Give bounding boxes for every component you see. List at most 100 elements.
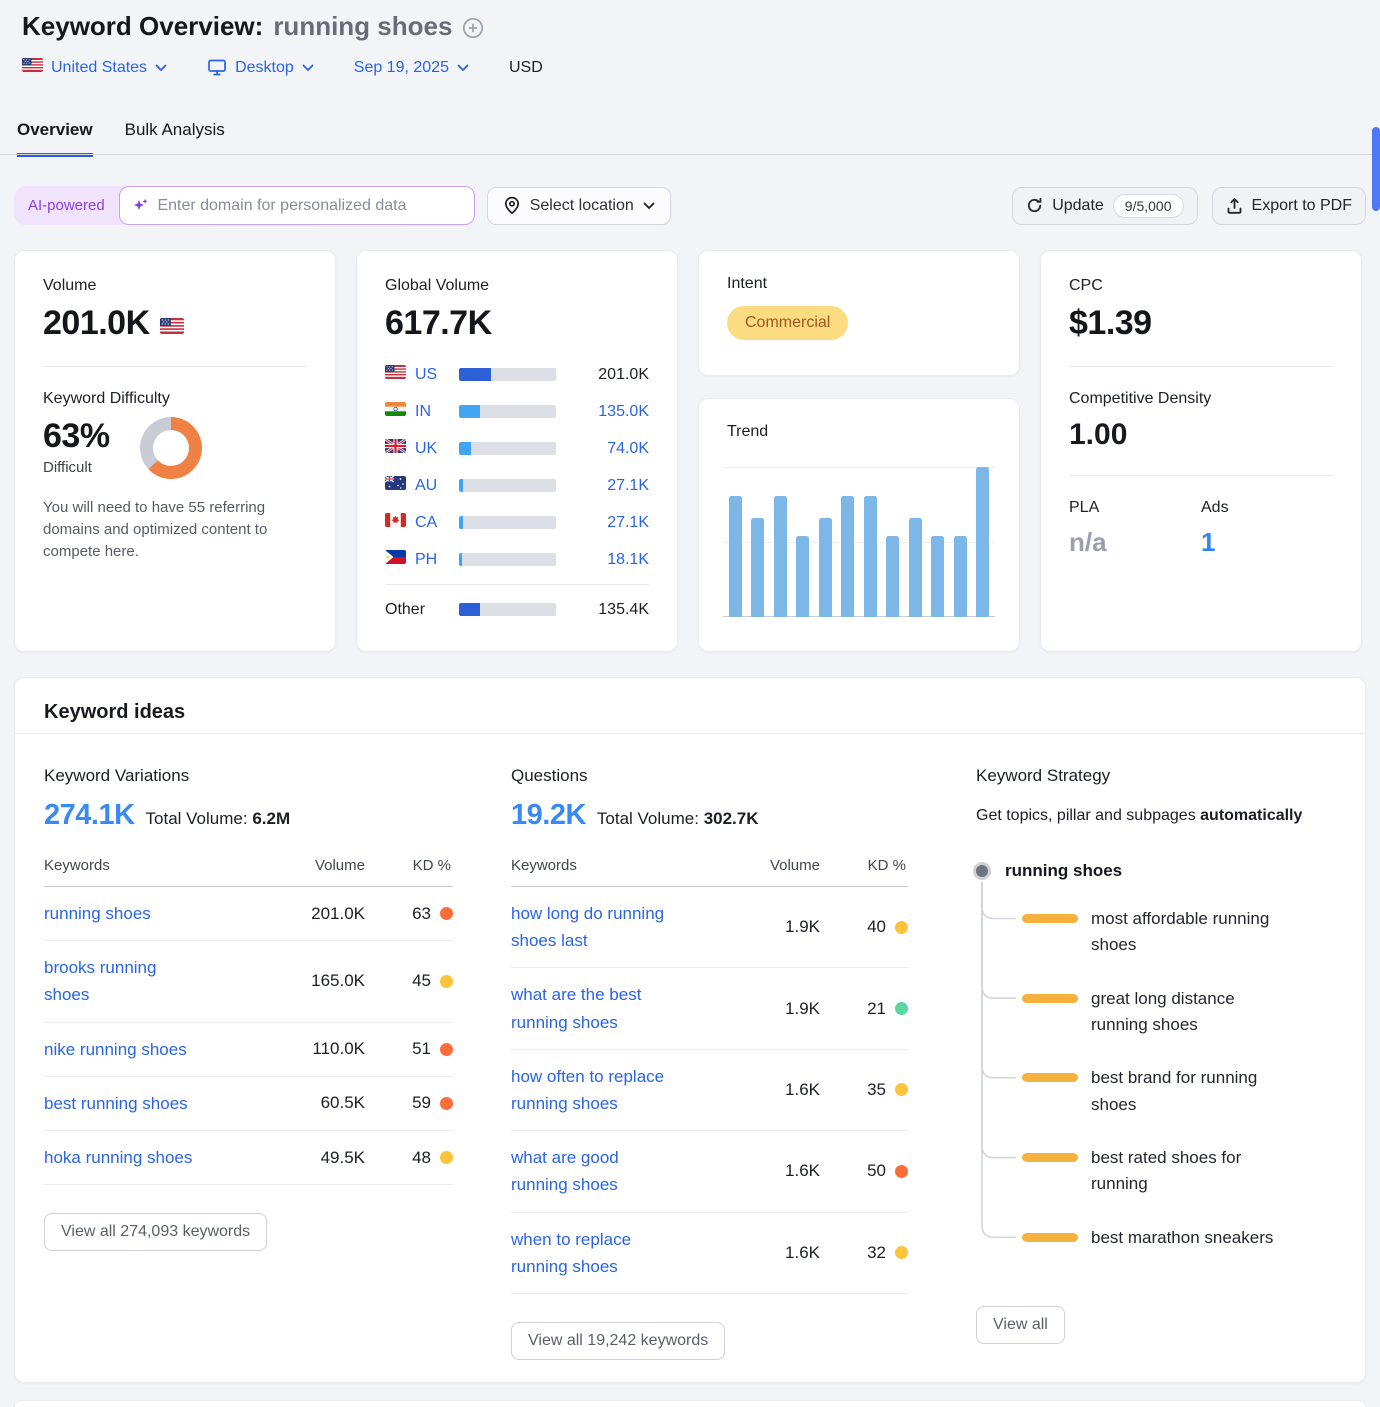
page-title-keyword: running shoes: [273, 11, 452, 42]
country-link[interactable]: IN: [415, 403, 431, 421]
keyword-link[interactable]: hoka running shoes: [44, 1144, 265, 1171]
country-link[interactable]: CA: [415, 514, 437, 532]
view-all-variations-button[interactable]: View all 274,093 keywords: [44, 1213, 267, 1251]
strategy-subtopic[interactable]: best marathon sneakers: [976, 1225, 1335, 1251]
ads-label: Ads: [1201, 499, 1333, 517]
keyword-link[interactable]: brooks running shoes: [44, 954, 265, 1008]
global-volume-row: CA 27.1K: [385, 504, 649, 541]
update-button[interactable]: Update 9/5,000: [1012, 187, 1197, 225]
trend-bar: [729, 496, 742, 618]
country-volume[interactable]: 135.0K: [556, 403, 649, 421]
keyword-kd: 48: [365, 1148, 453, 1168]
strategy-subtopic[interactable]: most affordable running shoes: [976, 906, 1335, 959]
keyword-ideas-title: Keyword ideas: [15, 678, 1365, 724]
strategy-subtopic[interactable]: best rated shoes for running: [976, 1145, 1335, 1198]
kd-dot: [895, 1002, 908, 1015]
trend-bar-chart: [727, 467, 991, 617]
keyword-link[interactable]: nike running shoes: [44, 1036, 265, 1063]
date-filter[interactable]: Sep 19, 2025: [354, 59, 469, 77]
keyword-volume: 1.9K: [720, 999, 820, 1019]
global-volume-row: PH 18.1K: [385, 541, 649, 578]
keyword-volume: 201.0K: [265, 904, 365, 924]
keyword-link[interactable]: how often to replace running shoes: [511, 1063, 720, 1117]
ads-value[interactable]: 1: [1201, 527, 1333, 558]
volume-card: Volume 201.0K Keyword Difficulty 63% Dif…: [14, 250, 336, 652]
table-row: running shoes201.0K63: [44, 887, 453, 941]
scrollbar-thumb[interactable]: [1372, 127, 1380, 211]
keyword-kd: 45: [365, 971, 453, 991]
country-link[interactable]: AU: [415, 477, 437, 495]
toolbar: AI-powered Select location Update 9/5,00…: [14, 186, 1366, 225]
keyword-volume: 49.5K: [265, 1148, 365, 1168]
trend-bar: [976, 467, 989, 617]
device-filter[interactable]: Desktop: [207, 58, 314, 77]
country-volume: 135.4K: [556, 601, 649, 619]
view-all-strategy-button[interactable]: View all: [976, 1306, 1065, 1344]
subtopic-pill: [1022, 994, 1078, 1003]
country-volume[interactable]: 27.1K: [556, 514, 649, 532]
divider: [43, 366, 307, 367]
keyword-link[interactable]: how long do running shoes last: [511, 900, 720, 954]
kd-dot: [440, 1043, 453, 1056]
country-volume[interactable]: 74.0K: [556, 440, 649, 458]
us-flag-icon: [160, 304, 184, 343]
keyword-link[interactable]: when to replace running shoes: [511, 1226, 720, 1280]
subtopic-pill: [1022, 1233, 1078, 1242]
country-volume: 201.0K: [556, 366, 649, 384]
subtopic-label: most affordable running shoes: [1091, 906, 1269, 959]
in-flag-icon: [385, 402, 406, 421]
keyword-link[interactable]: what are the best running shoes: [511, 981, 720, 1035]
country-link[interactable]: US: [415, 366, 437, 384]
keyword-ideas-card: Keyword ideas Keyword Variations 274.1K …: [14, 677, 1366, 1383]
keyword-link[interactable]: what are good running shoes: [511, 1144, 720, 1198]
country-link[interactable]: UK: [415, 440, 437, 458]
tab-bulk-analysis[interactable]: Bulk Analysis: [125, 118, 225, 157]
trend-bar: [864, 496, 877, 618]
keyword-kd: 63: [365, 904, 453, 924]
select-location-button[interactable]: Select location: [487, 187, 671, 225]
kd-dot: [895, 1083, 908, 1096]
strategy-subtopic[interactable]: great long distance running shoes: [976, 986, 1335, 1039]
country-link[interactable]: PH: [415, 551, 437, 569]
kd-dot: [895, 921, 908, 934]
table-header: Keywords Volume KD %: [511, 857, 908, 887]
kd-donut-chart: [140, 417, 202, 479]
trend-bar: [751, 518, 764, 617]
trend-label: Trend: [727, 423, 991, 441]
volume-bar: [459, 368, 556, 381]
chevron-down-icon: [155, 64, 167, 72]
volume-label: Volume: [43, 277, 307, 295]
chevron-down-icon: [457, 64, 469, 72]
trend-bar: [841, 496, 854, 618]
keyword-kd: 21: [820, 999, 908, 1019]
date-filter-label: Sep 19, 2025: [354, 59, 449, 77]
country-volume[interactable]: 18.1K: [556, 551, 649, 569]
update-label: Update: [1052, 197, 1104, 215]
country-volume[interactable]: 27.1K: [556, 477, 649, 495]
add-keyword-icon[interactable]: [462, 17, 484, 39]
divider: [385, 584, 649, 585]
country-filter[interactable]: United States: [22, 58, 167, 77]
keyword-link[interactable]: running shoes: [44, 900, 265, 927]
tabs-divider: [0, 154, 1380, 155]
currency-indicator: USD: [509, 59, 543, 77]
cpc-value: $1.39: [1069, 304, 1333, 343]
trend-bar: [774, 496, 787, 618]
ads-block: Ads 1: [1201, 499, 1333, 558]
table-row: when to replace running shoes1.6K32: [511, 1213, 908, 1294]
view-all-questions-button[interactable]: View all 19,242 keywords: [511, 1322, 725, 1360]
keyword-volume: 1.6K: [720, 1243, 820, 1263]
keyword-link[interactable]: best running shoes: [44, 1090, 265, 1117]
subtopic-label: great long distance running shoes: [1091, 986, 1235, 1039]
intent-card: Intent Commercial: [698, 250, 1020, 376]
variations-table: Keywords Volume KD % running shoes201.0K…: [44, 857, 453, 1185]
ai-domain-group: AI-powered: [14, 186, 475, 225]
export-pdf-button[interactable]: Export to PDF: [1212, 187, 1366, 225]
domain-input[interactable]: [157, 197, 460, 215]
chevron-down-icon: [302, 64, 314, 72]
monitor-icon: [207, 58, 227, 77]
strategy-root-node[interactable]: running shoes: [976, 861, 1335, 881]
tab-overview[interactable]: Overview: [17, 118, 93, 157]
volume-value: 201.0K: [43, 304, 307, 343]
strategy-subtopic[interactable]: best brand for running shoes: [976, 1065, 1335, 1118]
